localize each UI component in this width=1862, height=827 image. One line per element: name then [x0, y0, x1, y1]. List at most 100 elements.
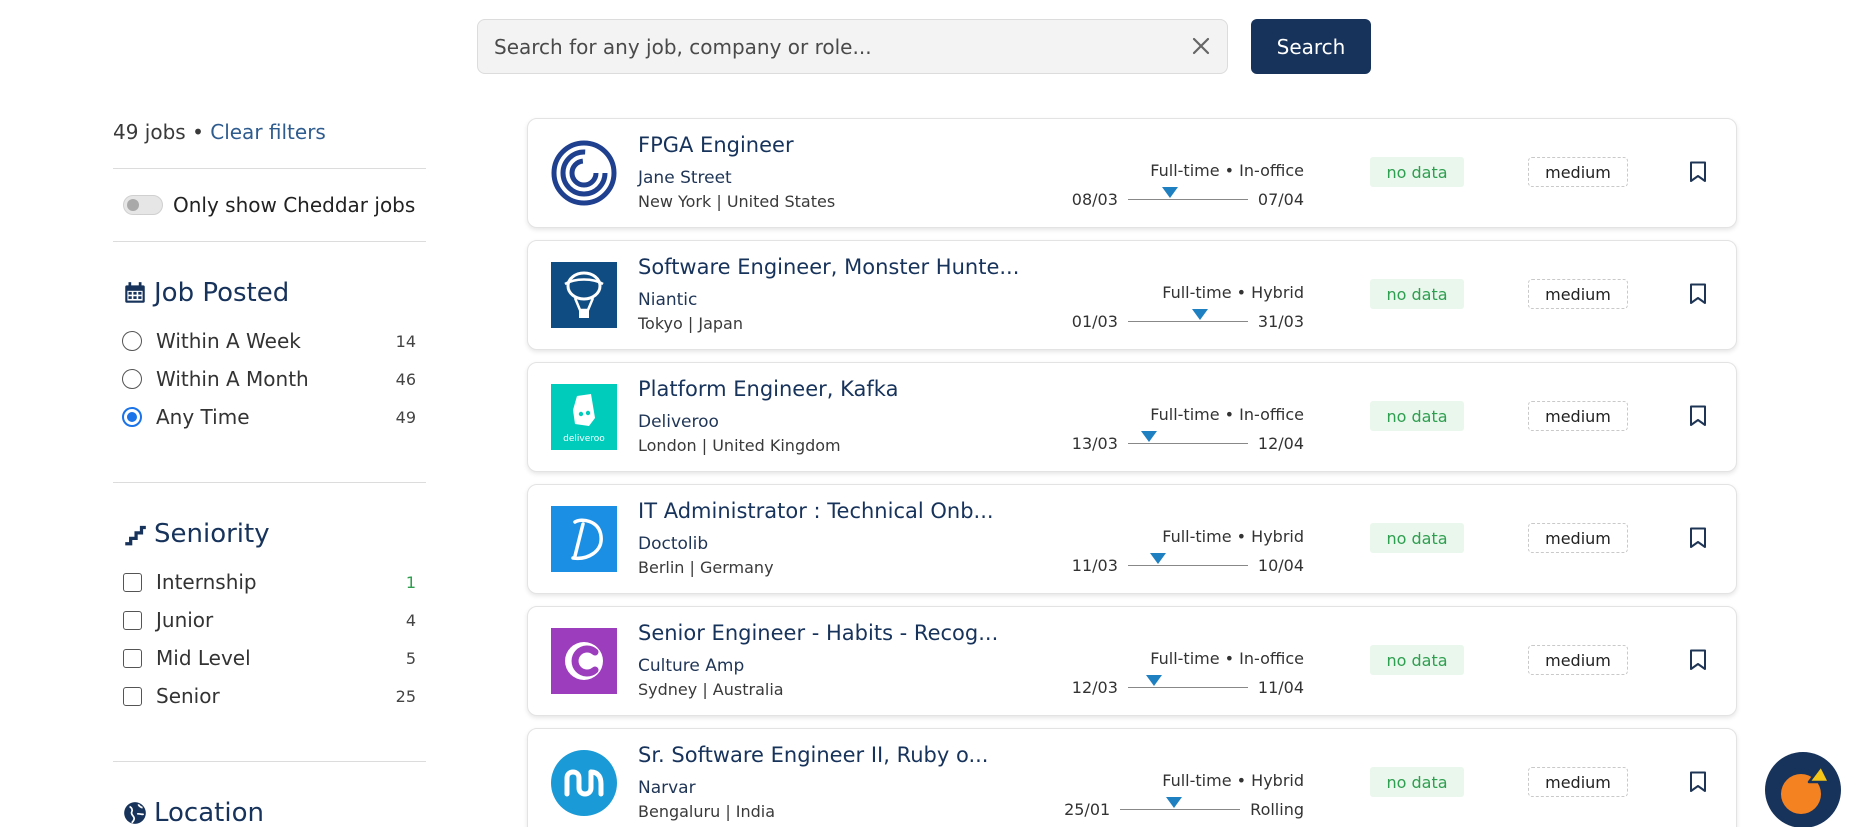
job-location: London | United Kingdom [638, 436, 841, 455]
job-card[interactable]: deliveroo Platform Engineer, Kafka Deliv… [527, 362, 1737, 472]
option-label: Junior [156, 608, 214, 632]
close-icon[interactable] [1189, 34, 1213, 58]
job-title[interactable]: Platform Engineer, Kafka [638, 377, 898, 401]
option-count: 46 [395, 369, 416, 389]
job-type: Full-time • Hybrid [1162, 527, 1304, 546]
option-label: Within A Week [156, 329, 301, 353]
option-internship[interactable]: Internship 1 [113, 563, 426, 601]
bookmark-icon[interactable] [1689, 283, 1707, 305]
start-date: 12/03 [1071, 677, 1118, 697]
option-count: 1 [405, 572, 416, 592]
job-company: Jane Street [638, 168, 732, 188]
job-title[interactable]: FPGA Engineer [638, 133, 794, 157]
posting-timeline: 01/03 31/03 [1071, 308, 1304, 331]
posting-timeline: 12/03 11/04 [1071, 674, 1304, 697]
job-title[interactable]: Senior Engineer - Habits - Recog... [638, 621, 998, 645]
job-card[interactable]: Senior Engineer - Habits - Recog... Cult… [527, 606, 1737, 716]
cheddar-toggle[interactable] [123, 195, 163, 215]
checkbox-internship[interactable] [123, 572, 142, 592]
salary-badge: no data [1370, 279, 1464, 309]
seniority-heading: Seniority [113, 519, 426, 549]
job-posted-title: Job Posted [154, 278, 290, 308]
bookmark-icon[interactable] [1689, 771, 1707, 793]
option-count: 14 [395, 331, 416, 351]
option-label: Mid Level [156, 646, 251, 670]
option-within-a-week[interactable]: Within A Week 14 [113, 322, 426, 360]
jane-street-logo [551, 140, 617, 206]
posting-timeline: 11/03 10/04 [1071, 552, 1304, 575]
divider [113, 241, 426, 242]
salary-badge: no data [1370, 401, 1464, 431]
globe-icon [124, 802, 146, 824]
level-badge: medium [1528, 401, 1628, 431]
timeline-track [1120, 796, 1241, 810]
cheddar-toggle-row: Only show Cheddar jobs [113, 169, 426, 241]
radio-within-a-month[interactable] [122, 369, 142, 389]
job-card[interactable]: Software Engineer, Monster Hunte... Nian… [527, 240, 1737, 350]
toggle-knob [127, 199, 139, 211]
stairs-icon [125, 525, 146, 546]
bookmark-icon[interactable] [1689, 649, 1707, 671]
option-any-time[interactable]: Any Time 49 [113, 398, 426, 436]
assistant-widget-button[interactable] [1765, 752, 1841, 827]
bookmark-icon[interactable] [1689, 527, 1707, 549]
job-type: Full-time • In-office [1150, 649, 1304, 668]
job-location: Berlin | Germany [638, 558, 774, 577]
timeline-track [1127, 308, 1248, 322]
culture-amp-logo [551, 628, 617, 694]
job-count: 49 jobs [113, 120, 186, 144]
checkbox-senior[interactable] [123, 686, 142, 706]
end-date: 31/03 [1257, 311, 1304, 331]
calendar-icon [125, 282, 145, 303]
posting-timeline: 08/03 07/04 [1071, 186, 1304, 209]
search-input[interactable] [494, 20, 1174, 73]
option-within-a-month[interactable]: Within A Month 46 [113, 360, 426, 398]
deliveroo-logo: deliveroo [551, 384, 617, 450]
radio-within-a-week[interactable] [122, 331, 142, 351]
option-count: 25 [395, 686, 416, 706]
job-title[interactable]: Sr. Software Engineer II, Ruby o... [638, 743, 988, 767]
bookmark-icon[interactable] [1689, 405, 1707, 427]
cheddar-toggle-label: Only show Cheddar jobs [173, 193, 416, 217]
option-junior[interactable]: Junior 4 [113, 601, 426, 639]
level-badge: medium [1528, 279, 1628, 309]
job-card[interactable]: FPGA Engineer Jane Street New York | Uni… [527, 118, 1737, 228]
job-card[interactable]: IT Administrator : Technical Onb... Doct… [527, 484, 1737, 594]
job-type: Full-time • In-office [1150, 405, 1304, 424]
job-title[interactable]: IT Administrator : Technical Onb... [638, 499, 994, 523]
checkbox-mid-level[interactable] [123, 648, 142, 668]
start-date: 01/03 [1071, 311, 1118, 331]
job-location: Sydney | Australia [638, 680, 784, 699]
divider [113, 761, 426, 762]
end-date: 12/04 [1257, 433, 1304, 453]
doctolib-logo [551, 506, 617, 572]
job-type: Full-time • Hybrid [1162, 283, 1304, 302]
location-title: Location [154, 798, 264, 827]
job-posted-heading: Job Posted [113, 278, 426, 308]
checkbox-junior[interactable] [123, 610, 142, 630]
job-company: Narvar [638, 778, 696, 798]
timeline-track [1127, 186, 1248, 200]
timeline-track [1127, 674, 1248, 688]
end-date: 07/04 [1257, 189, 1304, 209]
option-count: 49 [395, 407, 416, 427]
option-count: 5 [405, 648, 416, 668]
job-list: FPGA Engineer Jane Street New York | Uni… [527, 118, 1737, 827]
level-badge: medium [1528, 645, 1628, 675]
radio-any-time[interactable] [122, 407, 142, 427]
job-company: Doctolib [638, 534, 709, 554]
bookmark-icon[interactable] [1689, 161, 1707, 183]
timeline-marker [1161, 186, 1178, 198]
start-date: 08/03 [1071, 189, 1118, 209]
start-date: 11/03 [1071, 555, 1118, 575]
search-button[interactable]: Search [1251, 19, 1371, 74]
job-title[interactable]: Software Engineer, Monster Hunte... [638, 255, 1019, 279]
job-card[interactable]: Sr. Software Engineer II, Ruby o... Narv… [527, 728, 1737, 827]
timeline-marker [1146, 674, 1163, 686]
option-mid-level[interactable]: Mid Level 5 [113, 639, 426, 677]
job-type: Full-time • Hybrid [1162, 771, 1304, 790]
clear-filters-link[interactable]: Clear filters [210, 120, 326, 144]
option-count: 4 [405, 610, 416, 630]
salary-badge: no data [1370, 157, 1464, 187]
option-senior[interactable]: Senior 25 [113, 677, 426, 715]
